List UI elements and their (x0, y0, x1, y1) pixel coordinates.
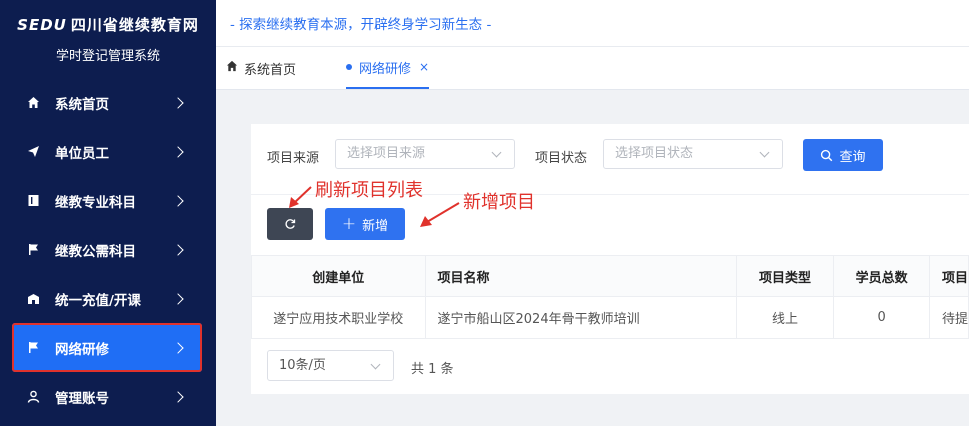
sidebar-item-label: 网络研修 (55, 341, 109, 358)
brand-logo-text: SEDU (17, 16, 67, 34)
chevron-right-icon (172, 390, 184, 403)
status-label: 项目状态 (535, 151, 588, 166)
home-icon (226, 60, 238, 76)
total-count: 共 1 条 (411, 362, 454, 377)
content-card: 项目来源 选择项目来源 项目状态 选择项目状态 查询 + 新增 刷新项目列表 新… (251, 124, 969, 394)
table-cell: 待提 (928, 296, 969, 339)
page-size-value: 10条/页 (279, 358, 326, 373)
active-dot-icon (346, 64, 352, 70)
flag-icon (26, 243, 40, 257)
sidebar-item-label: 系统首页 (55, 96, 109, 113)
chevron-down-icon (759, 147, 770, 158)
book-icon (26, 194, 40, 208)
chevron-down-icon (491, 147, 502, 158)
tab-home[interactable]: 系统首页 (226, 47, 296, 89)
slogan: - 探索继续教育本源，开辟终身学习新生态 - (230, 17, 492, 33)
sidebar-item-online-training[interactable]: 网络研修 (12, 323, 202, 372)
plus-icon: + (341, 214, 357, 234)
query-button[interactable]: 查询 (803, 139, 883, 171)
close-icon[interactable]: × (419, 60, 429, 74)
send-icon (26, 145, 40, 159)
table-cell: 遂宁应用技术职业学校 (251, 296, 426, 339)
chevron-right-icon (172, 194, 184, 207)
sidebar-item-label: 统一充值/开课 (55, 292, 141, 309)
table-row[interactable]: 遂宁应用技术职业学校 遂宁市船山区2024年骨干教师培训 线上 0 待提 (251, 296, 969, 339)
source-placeholder: 选择项目来源 (347, 146, 426, 161)
sidebar-item-label: 继教公需科目 (55, 243, 136, 260)
tab-label: 系统首页 (244, 62, 297, 78)
brand-name: 四川省继续教育网 (70, 16, 199, 34)
home-icon (26, 96, 40, 110)
status-placeholder: 选择项目状态 (615, 146, 694, 161)
flag-icon (26, 341, 40, 355)
column-header: 项目类型 (735, 255, 835, 297)
sidebar: SEDU 四川省继续教育网 学时登记管理系统 系统首页 单位员工 继教专业科目 继… (0, 0, 216, 426)
source-label: 项目来源 (267, 151, 320, 166)
arrow-refresh-icon (289, 186, 312, 208)
user-icon (26, 390, 40, 404)
sidebar-item-professional-subjects[interactable]: 继教专业科目 (0, 176, 216, 225)
sidebar-item-label: 单位员工 (55, 145, 109, 162)
sidebar-item-public-subjects[interactable]: 继教公需科目 (0, 225, 216, 274)
search-icon (820, 149, 833, 162)
chevron-right-icon (172, 145, 184, 158)
chevron-right-icon (172, 341, 184, 354)
brand-title: SEDU 四川省继续教育网 (0, 0, 216, 35)
refresh-icon (284, 218, 296, 230)
annotation-add: 新增项目 (463, 192, 535, 213)
query-label: 查询 (839, 149, 866, 165)
project-table: 创建单位 项目名称 项目类型 学员总数 项目 遂宁应用技术职业学校 遂宁市船山区… (251, 255, 969, 339)
sidebar-item-label: 继教专业科目 (55, 194, 136, 211)
table-cell: 0 (833, 296, 930, 339)
brand-subtitle: 学时登记管理系统 (55, 49, 160, 64)
source-select[interactable]: 选择项目来源 (335, 139, 515, 169)
table-header-row: 创建单位 项目名称 项目类型 学员总数 项目 (251, 255, 969, 297)
sidebar-item-home[interactable]: 系统首页 (0, 78, 216, 127)
sidebar-item-accounts[interactable]: 管理账号 (0, 372, 216, 421)
tab-label: 网络研修 (359, 61, 412, 77)
sidebar-item-staff[interactable]: 单位员工 (0, 127, 216, 176)
tab-online-training[interactable]: 网络研修 × (346, 47, 430, 89)
column-header: 项目名称 (424, 255, 737, 297)
column-header: 学员总数 (833, 255, 930, 297)
sidebar-menu: 系统首页 单位员工 继教专业科目 继教公需科目 统一充值/开课 网络研修 管理账… (0, 78, 216, 421)
table-cell: 遂宁市船山区2024年骨干教师培训 (424, 296, 737, 339)
column-header: 项目 (928, 255, 969, 297)
top-bar: - 探索继续教育本源，开辟终身学习新生态 - (216, 0, 969, 47)
arrow-add-icon (420, 202, 460, 227)
refresh-button[interactable] (267, 208, 313, 240)
brand: SEDU 四川省继续教育网 学时登记管理系统 (0, 0, 216, 78)
sidebar-item-recharge[interactable]: 统一充值/开课 (0, 274, 216, 323)
chevron-down-icon (370, 359, 381, 370)
chevron-right-icon (172, 96, 184, 109)
annotation-refresh: 刷新项目列表 (315, 180, 423, 201)
status-select[interactable]: 选择项目状态 (603, 139, 783, 169)
filter-row: 项目来源 选择项目来源 项目状态 选择项目状态 查询 (251, 139, 969, 171)
table-cell: 线上 (735, 296, 835, 339)
add-label: 新增 (362, 218, 389, 234)
sidebar-item-label: 管理账号 (55, 390, 109, 407)
chevron-right-icon (172, 243, 184, 256)
page-size-select[interactable]: 10条/页 (267, 350, 394, 381)
add-button[interactable]: + 新增 (325, 208, 405, 240)
column-header: 创建单位 (251, 255, 426, 297)
shop-icon (26, 292, 40, 306)
chevron-right-icon (172, 292, 184, 305)
tab-bar: 系统首页 网络研修 × (216, 47, 969, 90)
